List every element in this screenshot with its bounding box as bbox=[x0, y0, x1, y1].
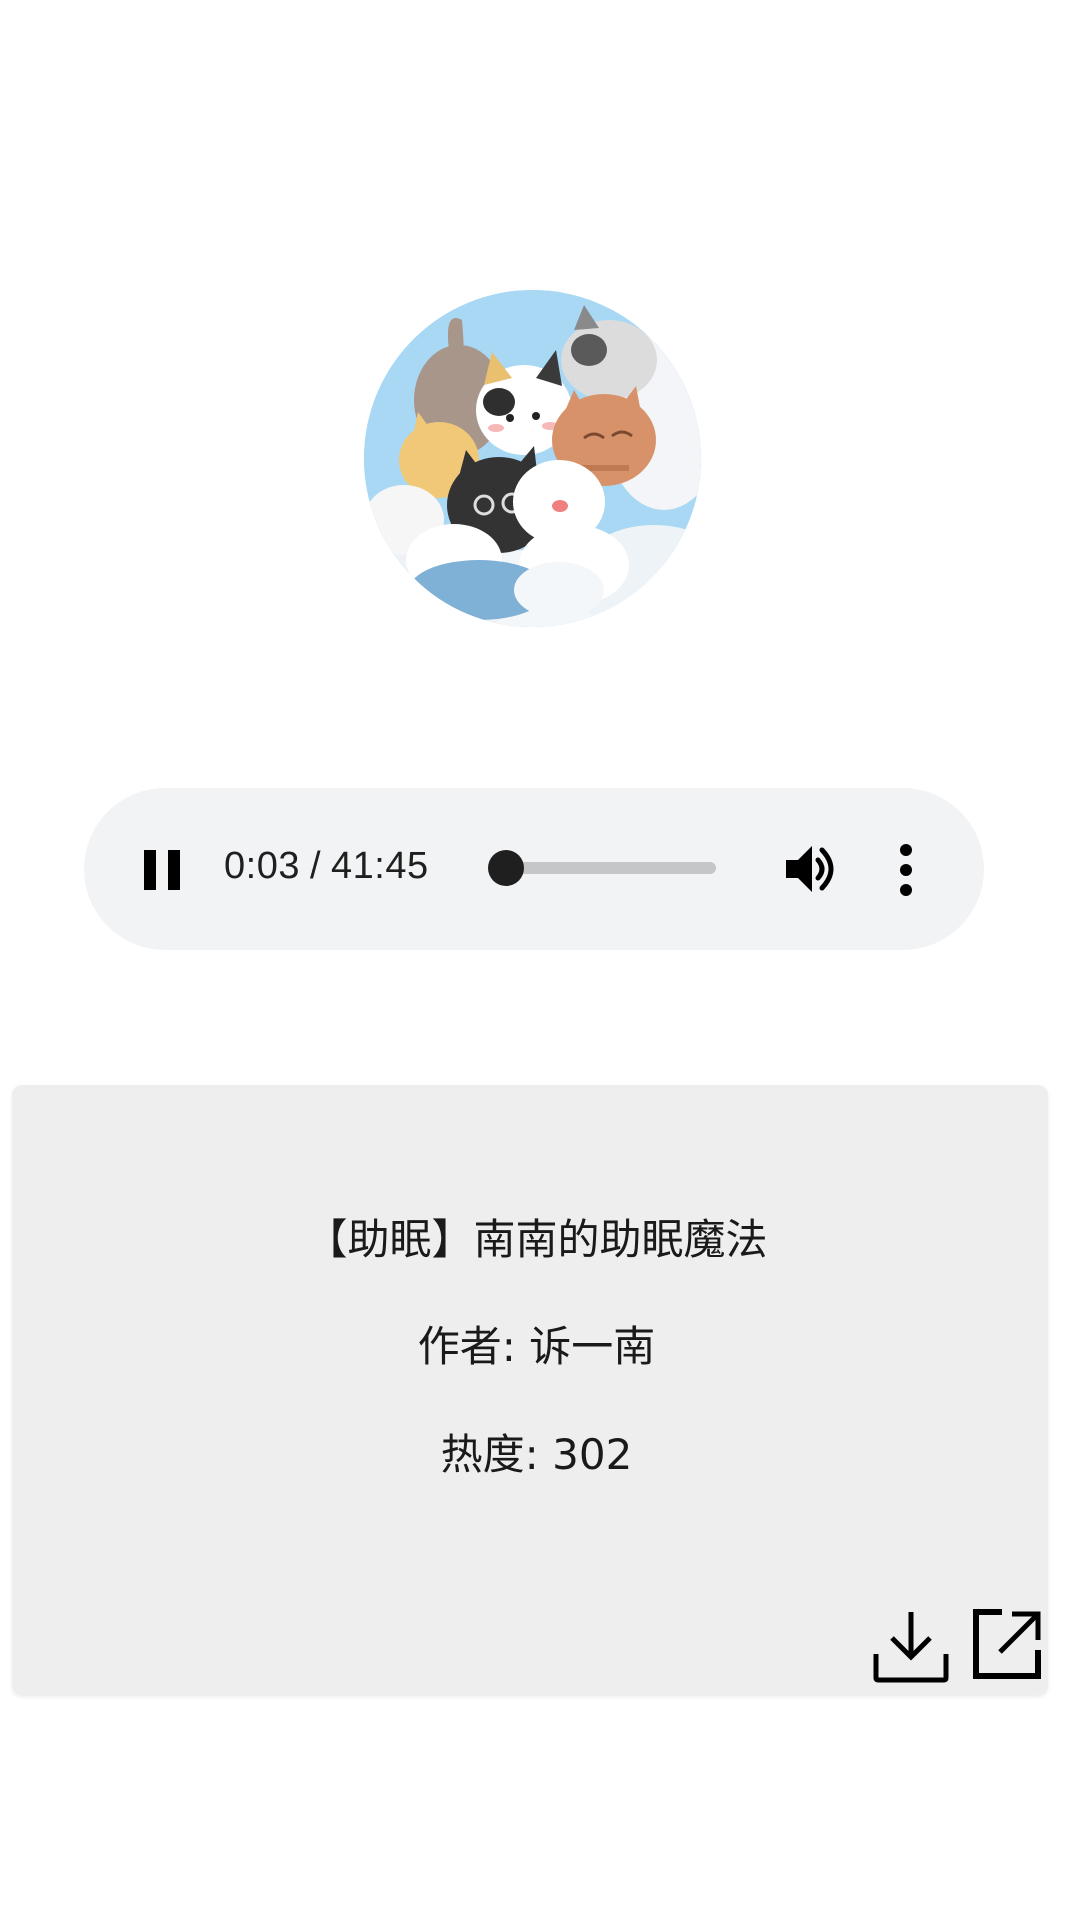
time-display: 0:03/41:45 bbox=[224, 845, 429, 888]
share-icon bbox=[973, 1609, 1041, 1679]
download-button[interactable] bbox=[872, 1608, 950, 1684]
track-title: 【助眠】南南的助眠魔法 bbox=[305, 1215, 768, 1264]
page: 0:03/41:45 【助眠】南南的助眠魔法 作者: 诉一南 热度: 302 bbox=[0, 0, 1073, 1920]
track-heat: 热度: 302 bbox=[440, 1430, 633, 1479]
pause-button[interactable] bbox=[140, 848, 184, 892]
pause-icon bbox=[144, 850, 180, 890]
seek-bar-thumb[interactable] bbox=[488, 850, 525, 886]
volume-icon bbox=[786, 846, 834, 892]
share-button[interactable] bbox=[972, 1608, 1042, 1680]
volume-button[interactable] bbox=[782, 840, 840, 898]
cats-cover-art-icon bbox=[364, 290, 701, 627]
time-separator: / bbox=[309, 845, 322, 887]
track-author: 作者: 诉一南 bbox=[417, 1322, 656, 1371]
download-icon bbox=[873, 1612, 949, 1683]
info-card bbox=[12, 1085, 1048, 1695]
more-vertical-icon bbox=[900, 844, 912, 896]
more-options-button[interactable] bbox=[896, 842, 916, 898]
seek-bar[interactable] bbox=[488, 850, 716, 886]
duration: 41:45 bbox=[331, 845, 429, 887]
cover-image bbox=[364, 290, 701, 627]
current-time: 0:03 bbox=[224, 845, 300, 887]
